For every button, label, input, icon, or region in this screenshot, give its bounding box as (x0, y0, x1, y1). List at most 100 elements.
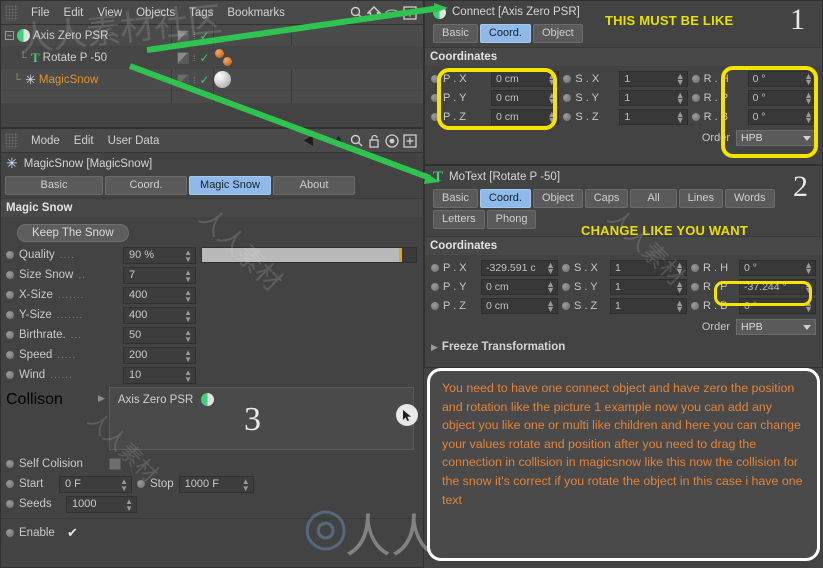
add-panel-icon[interactable] (401, 4, 419, 22)
menu-mode[interactable]: Mode (24, 133, 67, 149)
tag-cell[interactable]: ⁞ ✓ (177, 73, 210, 87)
spinner-icon[interactable]: ▲ ▼ (184, 348, 192, 363)
table-row[interactable]: └ ✳ MagicSnow ⁞ ✓ (1, 69, 423, 91)
param-bullet-icon[interactable] (691, 302, 699, 310)
input-pz[interactable]: 0 cm ▲ ▼ (481, 298, 558, 314)
param-bullet-icon[interactable] (6, 271, 14, 279)
input-sz[interactable]: 1 ▲ ▼ (619, 109, 688, 125)
param-bullet-icon[interactable] (691, 94, 700, 102)
panel-grip-icon[interactable] (5, 4, 18, 21)
input-sz[interactable]: 1 ▲ ▼ (610, 298, 687, 314)
param-bullet-icon[interactable] (691, 283, 699, 291)
start-input[interactable]: 0 F ▲ ▼ (59, 475, 132, 493)
menu-edit[interactable]: Edit (67, 133, 101, 149)
spinner-icon[interactable]: ▲ ▼ (804, 261, 813, 275)
input-px[interactable]: -329.591 c ▲ ▼ (481, 260, 558, 276)
param-bullet-icon[interactable] (562, 302, 570, 310)
order-dropdown[interactable]: HPB (736, 130, 816, 146)
spinner-icon[interactable]: ▲ ▼ (120, 477, 128, 492)
size-snow-input[interactable]: 7 ▲ ▼ (123, 266, 196, 284)
material-icon[interactable] (215, 49, 224, 58)
tab-basic[interactable]: Basic (433, 24, 478, 43)
input-rb[interactable]: 0 ° ▲ ▼ (747, 109, 816, 125)
expand-toggle-icon[interactable]: – (5, 31, 14, 40)
menu-tags[interactable]: Tags (182, 5, 220, 21)
collision-droparea[interactable]: Axis Zero PSR (108, 387, 414, 450)
spinner-icon[interactable]: ▲ ▼ (242, 477, 250, 492)
collision-entry[interactable]: Axis Zero PSR (110, 388, 413, 406)
enabled-check-icon[interactable]: ✓ (200, 51, 210, 65)
input-sy[interactable]: 1 ▲ ▼ (610, 279, 687, 295)
tab-coord[interactable]: Coord. (105, 176, 187, 195)
spinner-icon[interactable]: ▲ ▼ (676, 72, 685, 86)
input-sx[interactable]: 1 ▲ ▼ (610, 260, 687, 276)
input-rb[interactable]: 0 ° ▲ ▼ (739, 298, 816, 314)
x-size-input[interactable]: 400 ▲ ▼ (123, 286, 196, 304)
object-name[interactable]: Axis Zero PSR (33, 30, 108, 42)
param-bullet-icon[interactable] (6, 251, 14, 259)
spinner-icon[interactable]: ▲ ▼ (184, 308, 192, 323)
table-row[interactable]: └ T Rotate P -50 ⁞ ✓ (1, 47, 423, 69)
spinner-icon[interactable]: ▲ ▼ (184, 288, 192, 303)
quality-slider[interactable] (201, 247, 417, 263)
birthrate-input[interactable]: 50 ▲ ▼ (123, 326, 196, 344)
param-bullet-icon[interactable] (6, 460, 14, 468)
spinner-icon[interactable]: ▲ ▼ (184, 368, 192, 383)
tab-object[interactable]: Object (532, 24, 583, 43)
spinner-icon[interactable]: ▲ ▼ (546, 299, 555, 313)
visibility-tag-icon[interactable] (177, 73, 189, 86)
tab-magic-snow[interactable]: Magic Snow (189, 176, 271, 195)
order-dropdown[interactable]: HPB (736, 319, 816, 335)
material-cell[interactable] (214, 71, 231, 88)
input-py[interactable]: 0 cm ▲ ▼ (481, 279, 558, 295)
lock-icon[interactable] (365, 132, 383, 150)
input-py[interactable]: 0 cm ▲ ▼ (491, 90, 560, 106)
input-rp[interactable]: -37.244 ° ▲ ▼ (739, 279, 816, 295)
home-icon[interactable] (365, 4, 383, 22)
tab-about[interactable]: About (273, 176, 355, 195)
tab-coord[interactable]: Coord. (479, 189, 531, 208)
stop-input[interactable]: 1000 F ▲ ▼ (178, 475, 254, 493)
spinner-icon[interactable]: ▲ ▼ (676, 91, 685, 105)
spinner-icon[interactable]: ▲ ▼ (675, 299, 684, 313)
tab-lines[interactable]: Lines (678, 189, 723, 208)
param-bullet-icon[interactable] (691, 264, 699, 272)
back-arrow-icon[interactable] (301, 132, 319, 150)
tab-coord[interactable]: Coord. (479, 24, 531, 43)
param-bullet-icon[interactable] (431, 264, 439, 272)
visibility-tag-icon[interactable] (177, 29, 189, 42)
menu-view[interactable]: View (90, 5, 129, 21)
spinner-icon[interactable]: ▲ ▼ (125, 497, 133, 512)
spinner-icon[interactable]: ▲ ▼ (546, 280, 555, 294)
param-bullet-icon[interactable] (6, 311, 14, 319)
menu-file[interactable]: File (24, 5, 57, 21)
param-bullet-icon[interactable] (431, 94, 439, 102)
tab-caps[interactable]: Caps (584, 189, 629, 208)
spinner-icon[interactable]: ▲ ▼ (184, 328, 192, 343)
param-bullet-icon[interactable] (6, 371, 14, 379)
material-icon[interactable] (214, 71, 231, 88)
tag-cell[interactable]: ⁞ ✓ (177, 51, 210, 65)
y-size-input[interactable]: 400 ▲ ▼ (123, 306, 196, 324)
param-bullet-icon[interactable] (431, 113, 439, 121)
menu-bookmarks[interactable]: Bookmarks (220, 5, 292, 21)
up-arrow-icon[interactable] (329, 132, 347, 150)
input-pz[interactable]: 0 cm ▲ ▼ (491, 109, 560, 125)
input-rh[interactable]: 0 ° ▲ ▼ (747, 71, 816, 87)
spinner-icon[interactable]: ▲ ▼ (804, 91, 813, 105)
input-sy[interactable]: 1 ▲ ▼ (619, 90, 688, 106)
search-icon[interactable] (347, 132, 365, 150)
material-icon[interactable] (223, 57, 232, 66)
enabled-check-icon[interactable]: ✓ (200, 29, 210, 43)
speed-input[interactable]: 200 ▲ ▼ (123, 346, 196, 364)
material-cell[interactable] (215, 49, 234, 66)
spinner-icon[interactable]: ▲ ▼ (547, 91, 556, 105)
spinner-icon[interactable]: ▲ ▼ (184, 268, 192, 283)
param-bullet-icon[interactable] (6, 529, 14, 537)
tab-basic[interactable]: Basic (5, 176, 103, 195)
spinner-icon[interactable]: ▲ ▼ (676, 110, 685, 124)
param-bullet-icon[interactable] (6, 351, 14, 359)
quality-input[interactable]: 90 % ▲ ▼ (123, 246, 196, 264)
visibility-tag-icon[interactable] (177, 51, 189, 64)
spinner-icon[interactable]: ▲ ▼ (804, 72, 813, 86)
